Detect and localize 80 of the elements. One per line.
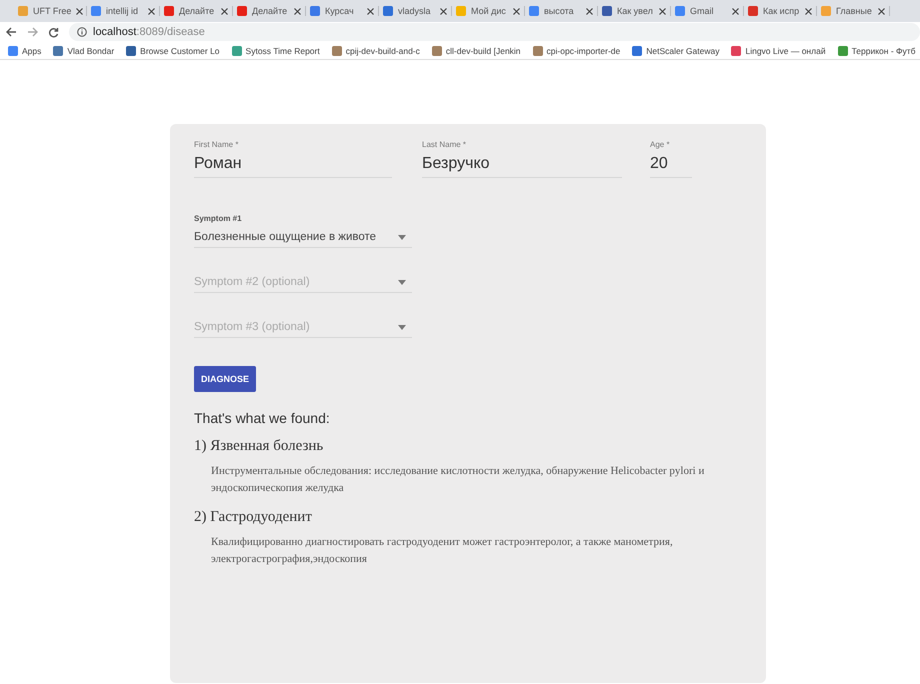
close-icon[interactable] — [294, 8, 301, 14]
browser-tab[interactable]: высота — [525, 6, 598, 16]
close-icon[interactable] — [586, 8, 593, 14]
close-icon[interactable] — [659, 8, 666, 14]
bookmark[interactable]: Террикон - Футб — [838, 46, 916, 56]
tab-title: Делайте — [252, 6, 288, 16]
back-icon[interactable] — [6, 27, 17, 37]
url-text: localhost:8089/disease — [93, 26, 205, 38]
browser-tab[interactable]: Gmail — [671, 6, 744, 16]
select-label: Symptom #1 — [194, 214, 243, 223]
select-placeholder: Symptom #2 (optional) — [194, 276, 310, 288]
bookmark[interactable]: cpij-dev-build-and-c — [332, 46, 420, 56]
browser-tab[interactable]: Делайте — [160, 6, 233, 16]
diagnosis-title: 1) Язвенная болезнь — [194, 438, 324, 455]
field-label: First Name * — [194, 140, 240, 149]
bookmark[interactable]: NetScaler Gateway — [632, 46, 720, 56]
diagnosis-title: 2) Гастродуоденит — [194, 509, 313, 526]
bookmark[interactable]: Apps — [8, 46, 42, 56]
close-icon[interactable] — [805, 8, 812, 14]
browser-tab[interactable]: intellij id — [87, 6, 160, 16]
text-field[interactable]: First Name * Роман — [194, 140, 392, 178]
bookmark-title: Sytoss Time Report — [246, 46, 320, 56]
tab-title: Как увел — [617, 6, 653, 16]
bookmark[interactable]: Vlad Bondar — [53, 46, 114, 56]
browser-tab[interactable]: Главные — [817, 6, 890, 16]
field-label: Last Name * — [422, 140, 468, 149]
bookmark-title: cpi-opc-importer-de — [546, 46, 620, 56]
tab-title: Gmail — [690, 6, 714, 16]
bookmark-title: cll-dev-build [Jenkin — [446, 46, 521, 56]
bookmark-title: Террикон - Футб — [852, 46, 916, 56]
close-icon[interactable] — [76, 8, 84, 14]
tab-title: UFT Free — [33, 6, 72, 16]
browser-tab[interactable]: Как испр — [744, 6, 817, 16]
close-icon[interactable] — [148, 8, 155, 14]
close-icon[interactable] — [878, 8, 885, 14]
bookmark[interactable]: Sytoss Time Report — [232, 46, 320, 56]
select-placeholder: Symptom #3 (optional) — [194, 321, 310, 333]
browser-tab[interactable]: Мой дис — [452, 6, 525, 16]
info-icon — [77, 27, 87, 37]
diagnose-button[interactable]: DIAGNOSE — [194, 366, 256, 392]
select-value: Болезненные ощущение в животе — [194, 231, 376, 243]
field-value: Безручко — [422, 154, 491, 174]
bookmark[interactable]: cpi-opc-importer-de — [532, 46, 620, 56]
diagnosis-text: Квалифицированно диагностировать гастродуоденит может гастроэнтеролог, а также манометрия, электрогастрография,эндоскопия — [211, 535, 674, 567]
bookmark[interactable]: cll-dev-build [Jenkin — [432, 46, 521, 56]
bookmark-title: Apps — [22, 46, 42, 56]
address-bar[interactable]: localhost:8089/disease — [69, 23, 920, 41]
tab-title: vladysla — [398, 6, 431, 16]
close-icon[interactable] — [440, 8, 447, 14]
browser-tab[interactable]: Делайте — [233, 6, 306, 16]
field-value: 20 — [650, 154, 669, 174]
browser-tab[interactable]: Курсач — [306, 6, 379, 16]
bookmark-title: cpij-dev-build-and-c — [346, 46, 420, 56]
caret-icon — [398, 324, 406, 330]
tab-title: Делайте — [179, 6, 214, 16]
browser-tab[interactable]: UFT Free — [14, 6, 87, 16]
browser-tab[interactable]: vladysla — [379, 6, 452, 16]
close-icon[interactable] — [732, 8, 739, 14]
close-icon[interactable] — [513, 8, 520, 14]
field-value: Роман — [194, 154, 243, 174]
text-field[interactable]: Last Name * Безручко — [422, 140, 622, 178]
tab-title: Как испр — [763, 6, 800, 16]
results-heading: That's what we found: — [194, 410, 331, 426]
tab-title: Мой дис — [471, 6, 506, 16]
reload-icon[interactable] — [48, 26, 59, 38]
bookmark-title: NetScaler Gateway — [646, 46, 720, 56]
browser-tab[interactable]: Как увел — [598, 6, 671, 16]
close-icon[interactable] — [367, 8, 374, 14]
field-label: Age * — [650, 140, 671, 149]
tab-title: Главные — [836, 6, 872, 16]
tab-title: высота — [544, 6, 574, 16]
diagnosis-text: Инструментальные обследования: исследование кислотности желудка, обнаружение Helicobacter pylori и эндоскопическопия желудка — [211, 464, 706, 496]
close-icon[interactable] — [221, 8, 228, 14]
tab-title: Курсач — [325, 6, 354, 16]
bookmark-title: Vlad Bondar — [67, 46, 114, 56]
caret-icon — [398, 234, 406, 240]
caret-icon — [398, 280, 406, 284]
tab-title: intellij id — [106, 6, 138, 16]
symptom-select[interactable]: Symptom #1 Болезненные ощущение в животе — [194, 214, 412, 248]
text-field[interactable]: Age * 20 — [650, 140, 692, 178]
